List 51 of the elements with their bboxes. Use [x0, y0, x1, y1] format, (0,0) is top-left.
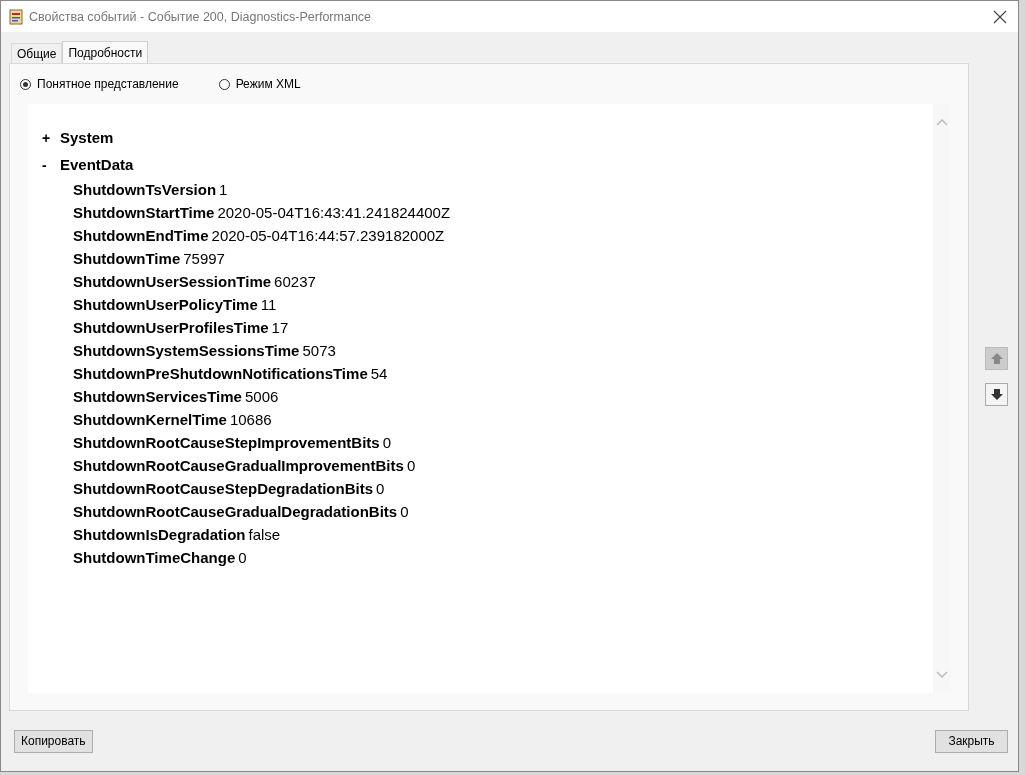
tab[interactable]: Подробности [62, 41, 149, 63]
field-value: false [248, 526, 281, 543]
radio-icon[interactable] [20, 78, 31, 90]
field-value: 11 [260, 296, 277, 313]
field-name: ShutdownKernelTime [73, 411, 227, 428]
radio-option[interactable]: Режим XML [218, 77, 301, 91]
field-name: ShutdownRootCauseGradualImprovementBits [73, 457, 404, 474]
move-down-button[interactable] [985, 383, 1008, 406]
field-name: ShutdownStartTime [73, 204, 215, 221]
field-value: 1 [219, 181, 228, 198]
node-label: EventData [60, 156, 134, 173]
field-value: 5073 [302, 342, 336, 359]
field-name: ShutdownRootCauseGradualDegradationBits [73, 503, 398, 520]
field-value: 2020-05-04T16:44:57.239182000Z [211, 227, 445, 244]
close-dialog-button[interactable]: Закрыть [935, 729, 1008, 753]
expand-toggle[interactable]: + [42, 129, 60, 146]
window-title: Свойства событий - Событие 200, Diagnostics-Performance [29, 9, 373, 24]
field-name: ShutdownUserProfilesTime [73, 319, 269, 336]
copy-button[interactable]: Копировать [14, 729, 93, 753]
down-arrow-icon [989, 387, 1004, 402]
expand-toggle[interactable]: - [42, 156, 60, 173]
field-value: 0 [400, 503, 409, 520]
tab[interactable]: Общие [11, 43, 63, 63]
field-name: ShutdownTime [73, 250, 181, 267]
field-name: ShutdownEndTime [73, 227, 209, 244]
field-name: ShutdownRootCauseStepImprovementBits [73, 434, 380, 451]
field-name: ShutdownUserSessionTime [73, 273, 272, 290]
field-value: 5006 [244, 388, 279, 405]
node-label: System [60, 129, 114, 146]
field-value: 75997 [183, 250, 225, 267]
field-name: ShutdownIsDegradation [73, 526, 246, 543]
field-value: 17 [271, 319, 289, 336]
radio-icon[interactable] [218, 78, 230, 90]
field-name: ShutdownTimeChange [73, 549, 236, 566]
field-name: ShutdownSystemSessionsTime [73, 342, 300, 359]
field-value: 0 [406, 457, 416, 474]
field-value: 54 [370, 365, 388, 382]
field-name: ShutdownTsVersion [73, 181, 217, 198]
field-name: ShutdownRootCauseStepDegradationBits [73, 480, 373, 497]
up-arrow-icon [989, 351, 1004, 366]
field-name: ShutdownServicesTime [73, 388, 242, 405]
field-name: ShutdownPreShutdownNotificationsTime [73, 365, 368, 382]
field-value: 0 [238, 549, 247, 566]
field-value: 2020-05-04T16:43:41.241824400Z [217, 204, 451, 221]
app-icon [9, 8, 23, 25]
field-value: 10686 [229, 411, 272, 428]
field-value: 0 [382, 434, 392, 451]
field-name: ShutdownUserPolicyTime [73, 296, 258, 313]
field-value: 60237 [274, 273, 316, 290]
field-value: 0 [376, 480, 385, 497]
radio-label: Режим XML [235, 77, 301, 91]
